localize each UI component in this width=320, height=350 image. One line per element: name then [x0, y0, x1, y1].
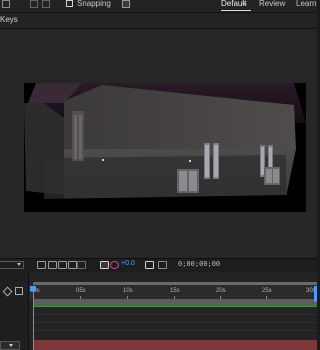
grid-icon[interactable] — [58, 261, 67, 269]
ruler-tick-label: 15s — [170, 288, 180, 294]
track-separator — [29, 330, 317, 331]
building-render — [24, 83, 306, 212]
layer-range-line — [33, 306, 317, 307]
track-separator — [29, 322, 317, 323]
region-of-interest-icon[interactable] — [48, 261, 57, 269]
panel-tab-row — [0, 13, 317, 28]
playhead-icon[interactable] — [30, 286, 36, 291]
expand-toggle[interactable] — [0, 341, 20, 350]
workspace-menu-icon[interactable]: ≡ — [242, 0, 247, 8]
snapping-checkbox[interactable] — [66, 0, 73, 7]
track-separator — [29, 314, 317, 315]
layer-duration-bar[interactable] — [33, 299, 317, 306]
panel-divider — [28, 272, 29, 350]
timeline-controls: +0.0 0;00;00;00 — [0, 258, 317, 272]
ruler-tick-label: 10s — [123, 288, 133, 294]
zoom-dropdown[interactable] — [0, 261, 24, 269]
camera-icon[interactable] — [145, 261, 154, 269]
top-toolbar: Snapping Default ≡ Review Learn — [0, 0, 317, 13]
graph-editor-icon[interactable] — [15, 287, 23, 295]
color-management-icon[interactable] — [100, 261, 109, 269]
current-timecode[interactable]: 0;00;00;00 — [178, 260, 220, 268]
composition-frame[interactable] — [24, 83, 306, 212]
layer-track-bar[interactable] — [33, 340, 317, 350]
panel-tab-label[interactable]: Keys — [0, 15, 18, 24]
ruler-tick-label: 20s — [216, 288, 226, 294]
channel-icon[interactable] — [77, 261, 86, 269]
layer-panel — [0, 272, 29, 350]
workspace-review[interactable]: Review — [259, 0, 285, 8]
tool-icon[interactable] — [2, 0, 10, 8]
show-snapshot-icon[interactable] — [158, 261, 167, 269]
pan-tool-icon[interactable] — [30, 0, 38, 8]
exposure-value[interactable]: +0.0 — [121, 260, 135, 267]
rotate-tool-icon[interactable] — [42, 0, 50, 8]
mask-visibility-icon[interactable] — [68, 261, 77, 269]
workspace-learn[interactable]: Learn — [296, 0, 316, 8]
ruler-tick-label: 25s — [262, 288, 272, 294]
color-wheel-icon[interactable] — [110, 261, 119, 269]
active-workspace-indicator — [221, 10, 251, 11]
toggle-transparency-icon[interactable] — [37, 261, 46, 269]
snapping-label: Snapping — [77, 0, 111, 8]
playhead-line — [33, 288, 34, 350]
work-area-end-marker[interactable] — [314, 286, 317, 302]
snap-icon[interactable] — [122, 0, 130, 8]
ruler-tick-label: 05s — [76, 288, 86, 294]
